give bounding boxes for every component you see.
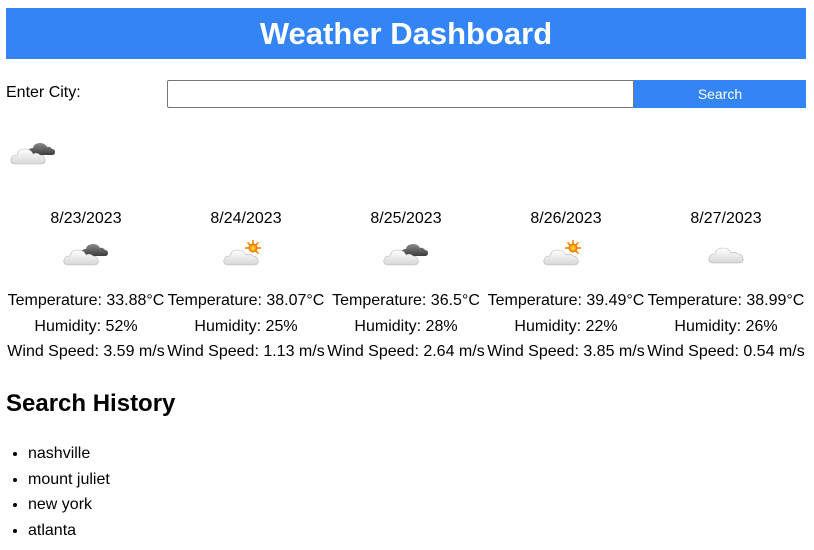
search-history-item[interactable]: atlanta xyxy=(28,518,110,544)
page-title: Weather Dashboard xyxy=(259,15,553,51)
forecast-humidity: Humidity: 25% xyxy=(194,317,298,335)
forecast-temperature: Temperature: 38.99°C xyxy=(647,292,805,309)
forecast-day: 8/24/2023 Temperature: 38.07°C Humidity:… xyxy=(166,208,326,365)
broken-clouds-icon xyxy=(383,244,428,266)
forecast-date: 8/26/2023 xyxy=(530,210,602,227)
forecast-date: 8/27/2023 xyxy=(690,210,762,227)
search-history-item[interactable]: new york xyxy=(28,492,110,518)
few-clouds-icon xyxy=(543,240,581,266)
scattered-clouds-icon xyxy=(708,247,744,264)
forecast-day: 8/23/2023 Temperature: 33.88°C Humidity:… xyxy=(6,208,166,365)
forecast-humidity: Humidity: 22% xyxy=(514,317,618,335)
few-clouds-icon xyxy=(223,240,261,266)
forecast-date: 8/25/2023 xyxy=(370,210,442,227)
forecast-day: 8/26/2023 Temperature: 39.49°C Humidity:… xyxy=(486,208,646,365)
forecast-wind-speed: Wind Speed: 1.13 m/s xyxy=(167,343,325,360)
current-weather-icon xyxy=(10,136,56,168)
broken-clouds-icon xyxy=(10,143,55,165)
forecast-date: 8/24/2023 xyxy=(210,210,282,227)
search-history-item[interactable]: mount juliet xyxy=(28,467,110,493)
forecast-day: 8/25/2023 Temperature: 36.5°C Humidity: … xyxy=(326,208,486,365)
city-search-input[interactable] xyxy=(167,80,634,108)
app-header: Weather Dashboard xyxy=(6,8,806,59)
forecast-wind-speed: Wind Speed: 0.54 m/s xyxy=(647,343,805,360)
forecast-wind-speed: Wind Speed: 3.59 m/s xyxy=(7,343,165,360)
forecast-humidity: Humidity: 26% xyxy=(674,317,778,335)
city-label: Enter City: xyxy=(6,84,81,101)
forecast-temperature: Temperature: 33.88°C xyxy=(7,292,165,309)
search-history-list: nashville mount juliet new york atlanta xyxy=(6,441,110,543)
forecast-temperature: Temperature: 36.5°C xyxy=(332,292,480,309)
forecast-wind-speed: Wind Speed: 2.64 m/s xyxy=(327,343,485,360)
broken-clouds-icon xyxy=(63,244,108,266)
search-history-title: Search History xyxy=(6,390,176,417)
forecast-date: 8/23/2023 xyxy=(50,210,122,227)
forecast-temperature: Temperature: 39.49°C xyxy=(487,292,645,309)
forecast-row: 8/23/2023 Temperature: 33.88°C Humidity:… xyxy=(6,208,806,365)
forecast-temperature: Temperature: 38.07°C xyxy=(167,292,325,309)
search-history-item[interactable]: nashville xyxy=(28,441,110,467)
forecast-day: 8/27/2023 Temperature: 38.99°C Humidity:… xyxy=(646,208,806,365)
forecast-humidity: Humidity: 28% xyxy=(354,317,458,335)
forecast-humidity: Humidity: 52% xyxy=(34,317,138,335)
forecast-wind-speed: Wind Speed: 3.85 m/s xyxy=(487,343,645,360)
search-button[interactable]: Search xyxy=(634,80,806,108)
